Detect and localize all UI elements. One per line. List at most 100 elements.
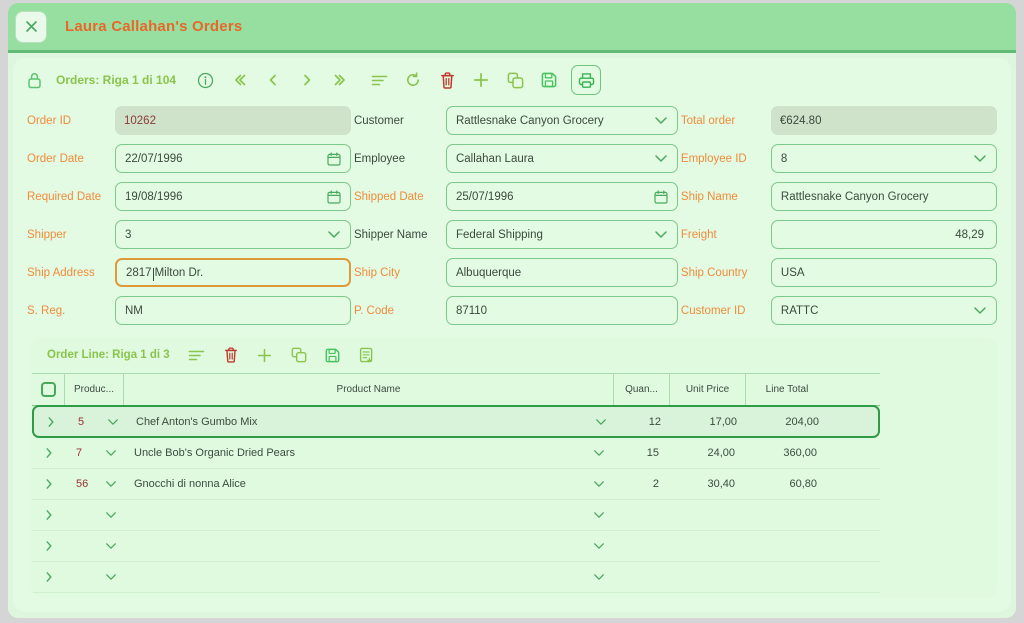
column-header-quantity[interactable]: Quan... [614, 374, 670, 405]
cell-unit-price[interactable]: 24,00 [670, 438, 746, 468]
chevron-down-icon[interactable] [973, 306, 987, 315]
add-icon[interactable] [248, 340, 282, 370]
customer-id-select[interactable]: RATTC [770, 296, 997, 325]
copy-icon[interactable] [282, 340, 316, 370]
cell-line-total[interactable] [746, 593, 828, 598]
cell-quantity[interactable] [614, 531, 670, 561]
select-all-checkbox[interactable] [40, 382, 56, 397]
cell-product-id[interactable] [65, 562, 124, 592]
customer-select[interactable]: Rattlesnake Canyon Grocery [445, 106, 678, 135]
cell-line-total[interactable]: 204,00 [748, 407, 830, 436]
prev-record-icon[interactable] [256, 65, 290, 95]
table-row[interactable] [32, 562, 880, 593]
cell-unit-price[interactable]: 17,00 [672, 407, 748, 436]
row-expander[interactable] [32, 500, 65, 530]
cell-quantity[interactable] [614, 593, 670, 598]
row-expander[interactable] [32, 562, 65, 592]
cell-unit-price[interactable] [670, 500, 746, 530]
cell-product-id[interactable]: 56 [65, 469, 124, 499]
cell-product-id[interactable]: 7 [65, 438, 124, 468]
cell-unit-price[interactable]: 30,40 [670, 469, 746, 499]
cell-quantity[interactable]: 12 [616, 407, 672, 436]
note-icon[interactable] [350, 340, 384, 370]
ship-city-input[interactable]: Albuquerque [445, 258, 678, 287]
cell-quantity[interactable]: 15 [614, 438, 670, 468]
chevron-down-icon[interactable] [973, 154, 987, 163]
chevron-down-icon[interactable] [593, 573, 605, 581]
chevron-down-icon[interactable] [593, 480, 605, 488]
cell-product-name[interactable]: Gnocchi di nonna Alice [124, 469, 614, 499]
cell-product-id[interactable] [65, 531, 124, 561]
column-header-product-name[interactable]: Product Name [124, 374, 614, 405]
row-expander[interactable] [32, 593, 65, 598]
cell-unit-price[interactable] [670, 593, 746, 598]
row-expander[interactable] [32, 531, 65, 561]
row-expander[interactable] [32, 469, 65, 499]
employee-id-select[interactable]: 8 [770, 144, 997, 173]
chevron-down-icon[interactable] [654, 154, 668, 163]
cell-product-name[interactable] [124, 593, 614, 598]
chevron-down-icon[interactable] [595, 418, 607, 426]
cell-line-total[interactable]: 360,00 [746, 438, 828, 468]
last-record-icon[interactable] [324, 65, 358, 95]
order-date-input[interactable]: 22/07/1996 [115, 144, 351, 173]
table-row[interactable]: 5 Chef Anton's Gumbo Mix 12 17,00 204,00 [32, 405, 880, 438]
cell-product-id[interactable] [65, 593, 124, 598]
required-date-input[interactable]: 19/08/1996 [115, 182, 351, 211]
expand-row-icon[interactable] [44, 509, 54, 521]
chevron-down-icon[interactable] [593, 449, 605, 457]
calendar-icon[interactable] [654, 189, 668, 204]
chevron-down-icon[interactable] [107, 418, 119, 426]
chevron-down-icon[interactable] [327, 230, 341, 239]
ship-country-input[interactable]: USA [770, 258, 997, 287]
print-icon[interactable] [571, 65, 602, 95]
table-row[interactable]: 56 Gnocchi di nonna Alice 2 30,40 60,80 [32, 469, 880, 500]
freight-input[interactable]: 48,29 [770, 220, 997, 249]
calendar-icon[interactable] [327, 151, 341, 166]
expand-row-icon[interactable] [46, 416, 56, 428]
first-record-icon[interactable] [222, 65, 256, 95]
table-row[interactable]: 7 Uncle Bob's Organic Dried Pears 15 24,00 3… [32, 438, 880, 469]
cell-quantity[interactable] [614, 500, 670, 530]
expand-row-icon[interactable] [44, 478, 54, 490]
add-icon[interactable] [464, 65, 498, 95]
next-record-icon[interactable] [290, 65, 324, 95]
chevron-down-icon[interactable] [105, 511, 117, 519]
calendar-icon[interactable] [327, 189, 341, 204]
cell-line-total[interactable]: 60,80 [746, 469, 828, 499]
chevron-down-icon[interactable] [105, 480, 117, 488]
row-expander[interactable] [34, 407, 67, 436]
shipped-date-input[interactable]: 25/07/1996 [445, 182, 678, 211]
delete-icon[interactable] [214, 340, 248, 370]
cell-product-name[interactable] [124, 562, 614, 592]
cell-unit-price[interactable] [670, 562, 746, 592]
cell-product-name[interactable] [124, 500, 614, 530]
table-row[interactable] [32, 593, 880, 598]
column-header-product-id[interactable]: Produc... [65, 374, 124, 405]
lock-icon[interactable] [27, 72, 42, 89]
cell-product-id[interactable]: 5 [67, 407, 126, 436]
shipper-select[interactable]: 3 [115, 220, 351, 249]
list-icon[interactable] [362, 65, 396, 95]
cell-product-name[interactable]: Uncle Bob's Organic Dried Pears [124, 438, 614, 468]
cell-line-total[interactable] [746, 562, 828, 592]
info-icon[interactable] [188, 65, 222, 95]
refresh-icon[interactable] [396, 65, 430, 95]
save-icon[interactable] [316, 340, 350, 370]
table-row[interactable] [32, 500, 880, 531]
chevron-down-icon[interactable] [654, 230, 668, 239]
cell-quantity[interactable] [614, 562, 670, 592]
postal-code-input[interactable]: 87110 [445, 296, 678, 325]
cell-quantity[interactable]: 2 [614, 469, 670, 499]
expand-row-icon[interactable] [44, 571, 54, 583]
state-region-input[interactable]: NM [115, 296, 351, 325]
row-expander[interactable] [32, 438, 65, 468]
chevron-down-icon[interactable] [105, 573, 117, 581]
chevron-down-icon[interactable] [593, 511, 605, 519]
chevron-down-icon[interactable] [654, 116, 668, 125]
cell-unit-price[interactable] [670, 531, 746, 561]
shipper-name-select[interactable]: Federal Shipping [445, 220, 678, 249]
list-icon[interactable] [180, 340, 214, 370]
table-row[interactable] [32, 531, 880, 562]
chevron-down-icon[interactable] [105, 542, 117, 550]
